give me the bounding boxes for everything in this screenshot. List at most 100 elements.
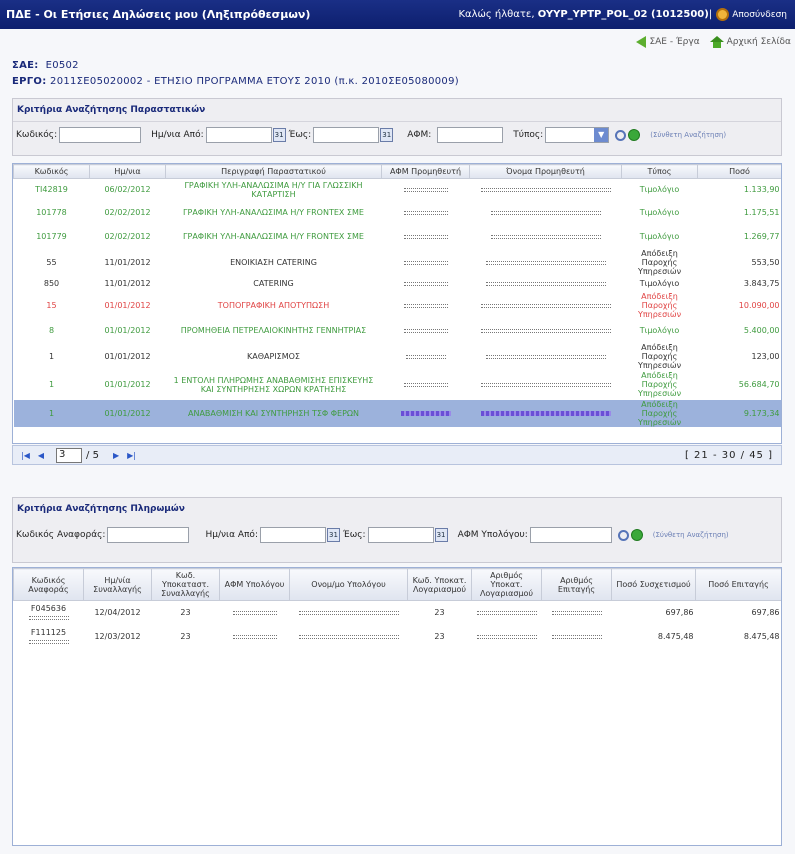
code-input[interactable] [59,127,142,143]
afm-input[interactable] [437,127,504,143]
table-row[interactable]: 15 01/01/2012 ΤΟΠΟΓΡΑΦΙΚΗ ΑΠΟΤΥΠΩΣΗ Απόδειξ… [14,292,782,319]
cell-desc: ΕΝΟΙΚΙΑΣΗ CATERING [230,257,317,267]
table-row[interactable]: TI42819 06/02/2012 ΓΡΑΦΙΚΗ ΥΛΗ-ΑΝΑΛΩΣΙΜΑ Η… [14,179,782,201]
column-header[interactable]: Ποσό Επιταγής [695,568,781,601]
cell-supplier-afm [382,276,470,292]
redacted-text [403,188,448,193]
column-header[interactable]: Κωδικός [13,164,90,179]
last-page-icon[interactable]: ▶| [127,451,136,460]
cell-code: 8 [48,326,55,335]
calendar-icon[interactable]: 31 [380,128,394,142]
ref-code-input[interactable] [107,527,190,543]
table-row[interactable]: 55 11/01/2012 ΕΝΟΙΚΙΑΣΗ CATERING Απόδειξη Π… [14,249,782,276]
table-row[interactable]: 101779 02/02/2012 ΓΡΑΦΙΚΗ ΥΛΗ-ΑΝΑΛΩΣΙΜΑ Η/… [14,225,782,249]
date-to-input[interactable] [313,127,380,143]
calendar-icon[interactable]: 31 [326,528,340,542]
table-row[interactable]: F045636 12/04/2012 23 23 697,86 697,86 [14,601,782,625]
cell-supplier-name [470,225,622,249]
redacted-text [403,235,448,239]
cell-branch: 23 [180,608,191,618]
type-select[interactable]: ▼ [545,127,610,143]
column-header[interactable]: Κωδικός Αναφοράς [13,568,84,601]
column-header[interactable]: Κωδ. Υποκαταστ. Συναλλαγής [151,568,220,601]
cell-date: 01/01/2012 [104,351,151,361]
date-from-input[interactable] [205,127,272,143]
refresh-icon[interactable] [630,529,643,541]
cell-amount: 1.269,77 [743,232,780,241]
redacted-text [551,611,602,616]
complex-search-link[interactable]: (Σύνθετη Αναζήτηση) [653,531,729,539]
table-row[interactable]: 1 01/01/2012 ΚΑΘΑΡΙΣΜΟΣ Απόδειξη Παροχής Υπ… [14,343,782,370]
cell-supplier-name [470,249,622,276]
search-icon[interactable] [615,129,627,141]
redacted-text [403,211,448,215]
table-row[interactable]: 850 11/01/2012 CATERING Τιμολόγιο 3.843,75 [14,276,782,292]
cell-code: 55 [46,257,57,267]
cell-supplier-afm [382,201,470,225]
column-header[interactable]: Ονομ/μο Υπολόγου [289,568,408,601]
redacted-text [298,635,399,639]
ref-code: F111125 [30,627,67,637]
column-header[interactable]: Αριθμός Υποκατ. Λογαριασμού [471,568,542,601]
pay-date-from-input[interactable] [259,527,326,543]
column-header[interactable]: Ημ/νία Συναλλαγής [83,568,152,601]
calendar-icon[interactable]: 31 [272,128,286,142]
column-header[interactable]: Αριθμός Επιταγής [541,568,612,601]
cell-amount: 10.090,00 [738,300,780,310]
cell-supplier-afm [382,292,470,319]
redacted-text [480,329,611,333]
table-row[interactable]: 1 01/01/2012 1 ΕΝΤΟΛΗ ΠΛΗΡΩΜΗΣ ΑΝΑΒΑΘΜΙΣΗΣ… [14,370,782,400]
column-header[interactable]: Ποσό [697,164,781,179]
ergo-info: ΕΡΓΟ: 2011ΣΕ05020002 - ΕΤΗΣΙΟ ΠΡΟΓΡΑΜΜΑ … [12,76,459,87]
search-icon[interactable] [617,529,629,541]
cell-supplier-name [470,201,622,225]
pager: |◀ ◀ 3 / 5 ▶ ▶| [ 21 - 30 / 45 ] [12,445,782,465]
column-header[interactable]: Τύπος [621,164,698,179]
column-header[interactable]: Ποσό Συσχετισμού [611,568,696,601]
column-header[interactable]: ΑΦΜ Προμηθευτή [381,164,470,179]
separator: | [708,9,713,20]
cell-type: Απόδειξη Παροχής Υπηρεσιών [637,342,682,370]
cell-acc_branch: 23 [434,632,445,641]
cell-code: 101778 [36,208,67,217]
cell-code: TI42819 [35,185,68,195]
column-header[interactable]: Ημ/νια [89,164,166,179]
sae-projects-link[interactable]: ΣΑΕ - Έργα [636,36,700,48]
cell-supplier-afm [382,179,470,201]
pay-date-to-input[interactable] [367,527,434,543]
home-link[interactable]: Αρχική Σελίδα [709,36,791,48]
first-page-icon[interactable]: |◀ [21,451,30,460]
page-input[interactable]: 3 [56,447,83,463]
redacted-text [490,235,601,239]
next-page-icon[interactable]: ▶ [113,451,119,460]
doc-search-row: Κωδικός: Ημ/νια Από: 31 Έως: 31 ΑΦΜ: Τύπ… [16,127,726,143]
complex-search-link[interactable]: (Σύνθετη Αναζήτηση) [650,131,726,139]
table-row[interactable]: 101778 02/02/2012 ΓΡΑΦΙΚΗ ΥΛΗ-ΑΝΑΛΩΣΙΜΑ Η/… [14,201,782,225]
doc-search-title: Κριτήρια Αναζήτησης Παραστατικών [13,99,781,122]
prev-page-icon[interactable]: ◀ [38,451,44,460]
cell-supplier-name [470,370,622,400]
cell-supplier-afm [382,343,470,370]
redacted-text [403,383,448,387]
table-row[interactable]: F111125 12/03/2012 23 23 8.475,48 8.475,48 [14,625,782,649]
table-row[interactable]: 8 01/01/2012 ΠΡΟΜΗΘΕΙΑ ΠΕΤΡΕΛΑΙΟΚΙΝΗΤΗΣ ΓΕ… [14,319,782,343]
chevron-down-icon: ▼ [594,128,609,142]
column-header[interactable]: ΑΦΜ Υπολόγου [219,568,290,601]
logout-button[interactable]: Αποσύνδεση [716,8,787,21]
table-row[interactable]: 1 01/01/2012 ΑΝΑΒΑΘΜΙΣΗ ΚΑΙ ΣΥΝΤΗΡΗΣΗ ΤΣΦ … [13,399,781,427]
refresh-icon[interactable] [628,129,641,141]
column-header[interactable]: Όνομα Προμηθευτή [469,164,622,179]
cell-date: 01/01/2012 [104,300,151,310]
cell-supplier-afm [382,319,470,343]
redacted-text [476,635,537,639]
redacted-text [485,282,606,286]
cell-type: Τιμολόγιο [639,326,680,335]
accountable-afm-input[interactable] [529,527,612,543]
cell-type: Απόδειξη Παροχής Υπηρεσιών [621,399,698,427]
cell-amount: 5.400,00 [743,326,780,335]
cell-supplier-name [470,319,622,343]
column-header[interactable]: Κωδ. Υποκατ. Λογαριασμού [407,568,472,601]
user-name: OYYP_YPTP_POL_02 (1012500) [537,9,709,20]
calendar-icon[interactable]: 31 [434,528,448,542]
column-header[interactable]: Περιγραφή Παραστατικού [165,164,382,179]
